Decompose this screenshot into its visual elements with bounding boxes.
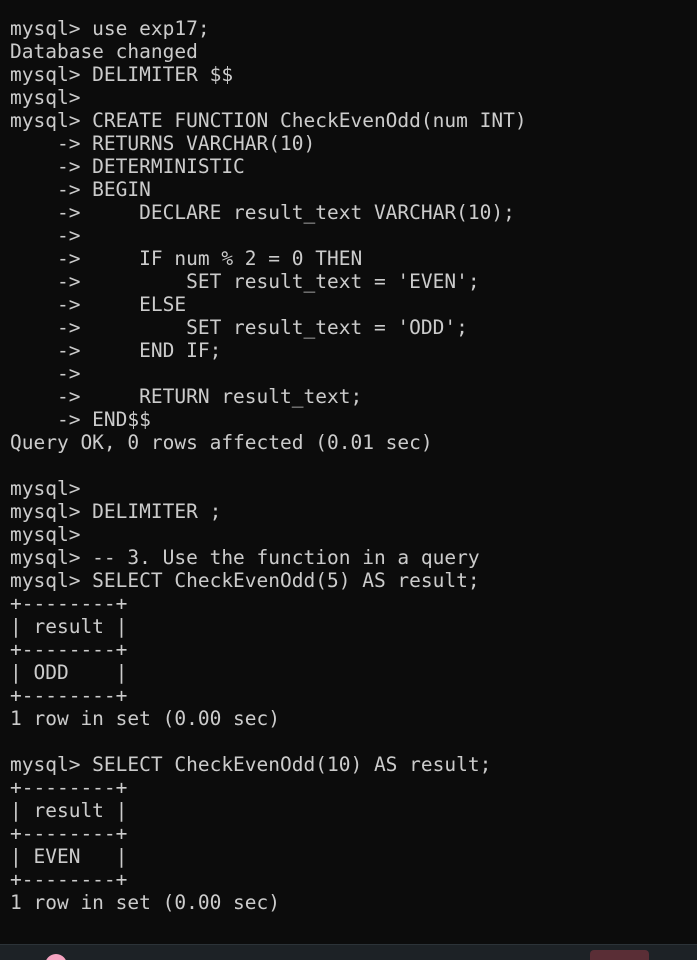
terminal-output: mysql> use exp17; Database changed mysql… — [10, 17, 697, 914]
terminal-line: mysql> use exp17; — [10, 17, 210, 40]
taskbar — [0, 944, 697, 960]
terminal-line: -> END$$ — [10, 408, 151, 431]
terminal-line: mysql> SELECT CheckEvenOdd(5) AS result; — [10, 569, 480, 592]
terminal-line: mysql> — [10, 86, 81, 109]
app-icon[interactable] — [45, 954, 67, 960]
terminal-line: | result | — [10, 799, 128, 822]
terminal-line: -> BEGIN — [10, 178, 151, 201]
terminal-line: mysql> SELECT CheckEvenOdd(10) AS result… — [10, 753, 492, 776]
terminal-line: -> — [10, 362, 81, 385]
terminal-line: mysql> -- 3. Use the function in a query — [10, 546, 480, 569]
terminal-line: mysql> DELIMITER $$ — [10, 63, 234, 86]
terminal-line: -> DECLARE result_text VARCHAR(10); — [10, 201, 515, 224]
terminal-line: 1 row in set (0.00 sec) — [10, 891, 281, 914]
terminal-window[interactable]: mysql> use exp17; Database changed mysql… — [0, 0, 697, 944]
terminal-line: +--------+ — [10, 638, 128, 661]
terminal-line: -> END IF; — [10, 339, 222, 362]
terminal-line: -> RETURN result_text; — [10, 385, 363, 408]
terminal-line: -> DETERMINISTIC — [10, 155, 245, 178]
terminal-line: +--------+ — [10, 684, 128, 707]
terminal-line: mysql> — [10, 477, 81, 500]
terminal-line: +--------+ — [10, 776, 128, 799]
terminal-line: | result | — [10, 615, 128, 638]
terminal-line: mysql> DELIMITER ; — [10, 500, 222, 523]
terminal-line: -> SET result_text = 'EVEN'; — [10, 270, 480, 293]
terminal-line: | EVEN | — [10, 845, 128, 868]
terminal-line: mysql> — [10, 523, 81, 546]
terminal-line: -> ELSE — [10, 293, 187, 316]
terminal-line: -> RETURNS VARCHAR(10) — [10, 132, 316, 155]
terminal-line: | ODD | — [10, 661, 128, 684]
terminal-line: 1 row in set (0.00 sec) — [10, 707, 281, 730]
terminal-line: +--------+ — [10, 868, 128, 891]
terminal-line: -> SET result_text = 'ODD'; — [10, 316, 468, 339]
terminal-line: +--------+ — [10, 822, 128, 845]
terminal-line: -> — [10, 224, 81, 247]
terminal-line: -> IF num % 2 = 0 THEN — [10, 247, 363, 270]
terminal-line: Database changed — [10, 40, 198, 63]
terminal-line: Query OK, 0 rows affected (0.01 sec) — [10, 431, 433, 454]
terminal-line: +--------+ — [10, 592, 128, 615]
terminal-line: mysql> CREATE FUNCTION CheckEvenOdd(num … — [10, 109, 527, 132]
